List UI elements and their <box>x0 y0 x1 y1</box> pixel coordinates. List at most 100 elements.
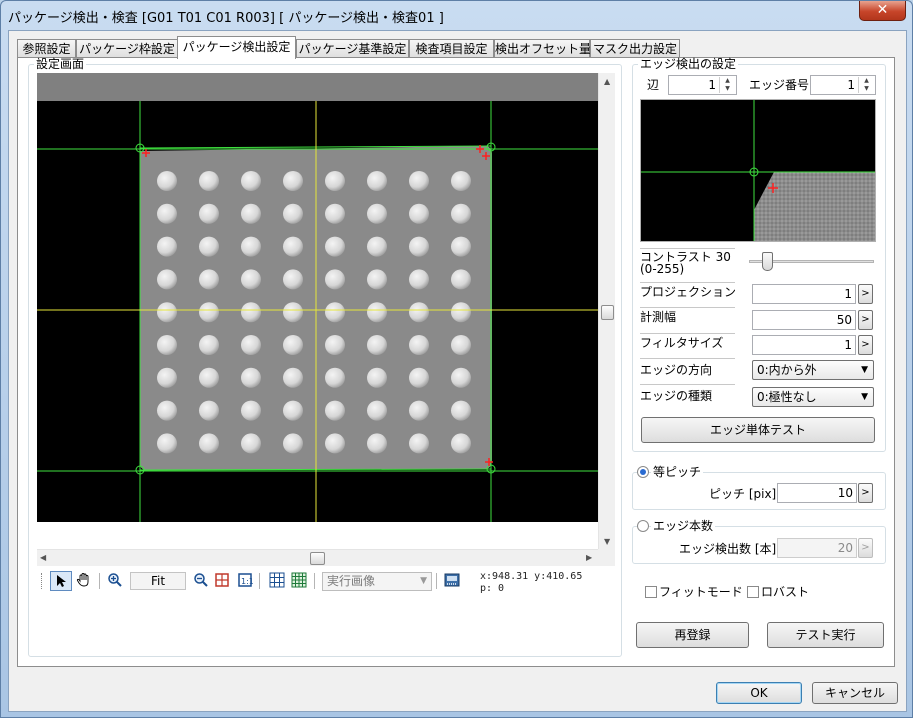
tab-package-detect[interactable]: パッケージ検出設定 <box>177 36 296 59</box>
ball-pad <box>451 335 471 355</box>
image-viewer[interactable] <box>37 73 598 522</box>
projection-spin-button[interactable]: > <box>858 284 873 304</box>
measure-width-spin-button[interactable]: > <box>858 310 873 330</box>
ball-pad <box>409 236 429 257</box>
scroll-up-icon[interactable]: ▲ <box>604 77 610 86</box>
ball-pad <box>409 400 429 421</box>
fit-mode-checkbox[interactable] <box>645 586 657 598</box>
ball-pad <box>325 269 345 290</box>
ball-pad <box>199 171 219 191</box>
ball-pad <box>325 400 345 421</box>
save-image-icon[interactable] <box>443 572 461 590</box>
reregister-button[interactable]: 再登録 <box>636 622 749 648</box>
measure-width-label: 計測幅 <box>640 310 677 324</box>
ball-pad <box>325 367 345 388</box>
ok-button[interactable]: OK <box>716 682 802 704</box>
vertical-scroll-thumb[interactable] <box>601 305 614 320</box>
zoom-out-icon[interactable] <box>192 572 210 590</box>
tab-package-frame[interactable]: パッケージ枠設定 <box>76 39 178 58</box>
contrast-slider-thumb[interactable] <box>762 252 773 271</box>
ball-pad <box>283 236 303 257</box>
edge-number-value: 1 <box>847 78 855 92</box>
zoom-level-field[interactable]: Fit <box>130 572 186 590</box>
measure-width-field[interactable]: 50 <box>752 310 856 330</box>
spinner-arrows-icon[interactable]: ▲ ▼ <box>719 77 735 93</box>
fine-grid-icon[interactable] <box>290 572 308 590</box>
ball-pad <box>367 203 387 224</box>
ball-pad <box>325 433 345 454</box>
edge-direction-select[interactable]: 0:内から外 ▼ <box>752 360 874 380</box>
exec-image-combo[interactable]: 実行画像 ▼ <box>322 572 432 591</box>
ball-pad <box>283 400 303 421</box>
tab-inspection-items[interactable]: 検査項目設定 <box>409 39 494 58</box>
ball-pad <box>325 236 345 257</box>
ball-pad <box>451 433 471 454</box>
ball-pad <box>241 269 261 290</box>
edge-type-label: エッジの種類 <box>640 389 713 403</box>
spinner-arrows-icon[interactable]: ▲ ▼ <box>858 77 874 93</box>
edge-detect-count-spin-button[interactable]: > <box>858 538 873 558</box>
horizontal-scrollbar[interactable]: ◀ ▶ <box>37 549 598 566</box>
ball-pad <box>367 171 387 191</box>
test-run-button[interactable]: テスト実行 <box>767 622 884 648</box>
ball-pad <box>451 203 471 224</box>
row-divider <box>640 282 735 283</box>
toolbar-grip <box>41 573 42 589</box>
projection-field[interactable]: 1 <box>752 284 856 304</box>
vertical-scrollbar[interactable]: ▲ ▼ <box>598 73 615 549</box>
row-divider <box>640 248 735 249</box>
ball-pad <box>157 400 177 421</box>
filter-size-spin-button[interactable]: > <box>858 335 873 355</box>
fit-mode-label: フィットモード <box>659 585 743 599</box>
ball-pad <box>409 203 429 224</box>
pitch-spin-button[interactable]: > <box>858 483 873 503</box>
edge-direction-value: 0:内から外 <box>757 363 817 377</box>
close-button[interactable]: ✕ <box>859 1 906 21</box>
scroll-right-icon[interactable]: ▶ <box>586 553 592 562</box>
edge-detect-count-field[interactable]: 20 <box>777 538 857 558</box>
edge-count-radio[interactable] <box>637 520 649 532</box>
zoom-box-icon[interactable] <box>213 572 231 590</box>
one-to-one-icon[interactable]: 1:1 <box>236 572 254 590</box>
ball-pad <box>409 335 429 355</box>
ball-pad <box>367 400 387 421</box>
pitch-field[interactable]: 10 <box>777 483 857 503</box>
tab-package-reference[interactable]: パッケージ基準設定 <box>296 39 409 58</box>
row-divider <box>640 307 735 308</box>
ball-pad <box>409 171 429 191</box>
ball-pad <box>409 367 429 388</box>
pointer-icon[interactable] <box>50 571 72 591</box>
ball-pad <box>367 302 387 323</box>
edge-type-select[interactable]: 0:極性なし ▼ <box>752 387 874 407</box>
horizontal-scroll-thumb[interactable] <box>310 552 325 565</box>
toolbar-separator <box>436 573 437 589</box>
pixel-readout: p: 0 <box>480 583 505 594</box>
equal-pitch-radio[interactable] <box>637 466 649 478</box>
ball-pad <box>241 302 261 323</box>
ball-pad <box>367 367 387 388</box>
zoom-in-icon[interactable] <box>106 572 124 590</box>
tab-mask-output[interactable]: マスク出力設定 <box>590 39 680 58</box>
side-spinner[interactable]: 1 ▲ ▼ <box>668 75 737 95</box>
grid-icon[interactable] <box>268 572 286 590</box>
ball-pad <box>199 269 219 290</box>
filter-size-label: フィルタサイズ <box>640 336 724 350</box>
scroll-down-icon[interactable]: ▼ <box>604 537 610 546</box>
ball-pad <box>199 302 219 323</box>
tab-detect-offset[interactable]: 検出オフセット量 <box>494 39 591 58</box>
ball-pad <box>451 171 471 191</box>
ball-pad <box>199 367 219 388</box>
ball-pad <box>241 236 261 257</box>
edge-number-spinner[interactable]: 1 ▲ ▼ <box>810 75 876 95</box>
robust-checkbox[interactable] <box>747 586 759 598</box>
scroll-left-icon[interactable]: ◀ <box>40 553 46 562</box>
chevron-down-icon: ▼ <box>420 576 427 586</box>
ball-pad <box>241 171 261 191</box>
edge-single-test-button[interactable]: エッジ単体テスト <box>641 417 875 443</box>
ball-pad <box>367 236 387 257</box>
cancel-button[interactable]: キャンセル <box>812 682 898 704</box>
toolbar-separator <box>314 573 315 589</box>
filter-size-field[interactable]: 1 <box>752 335 856 355</box>
hand-icon[interactable] <box>75 572 93 590</box>
tab-reference[interactable]: 参照設定 <box>17 39 76 58</box>
